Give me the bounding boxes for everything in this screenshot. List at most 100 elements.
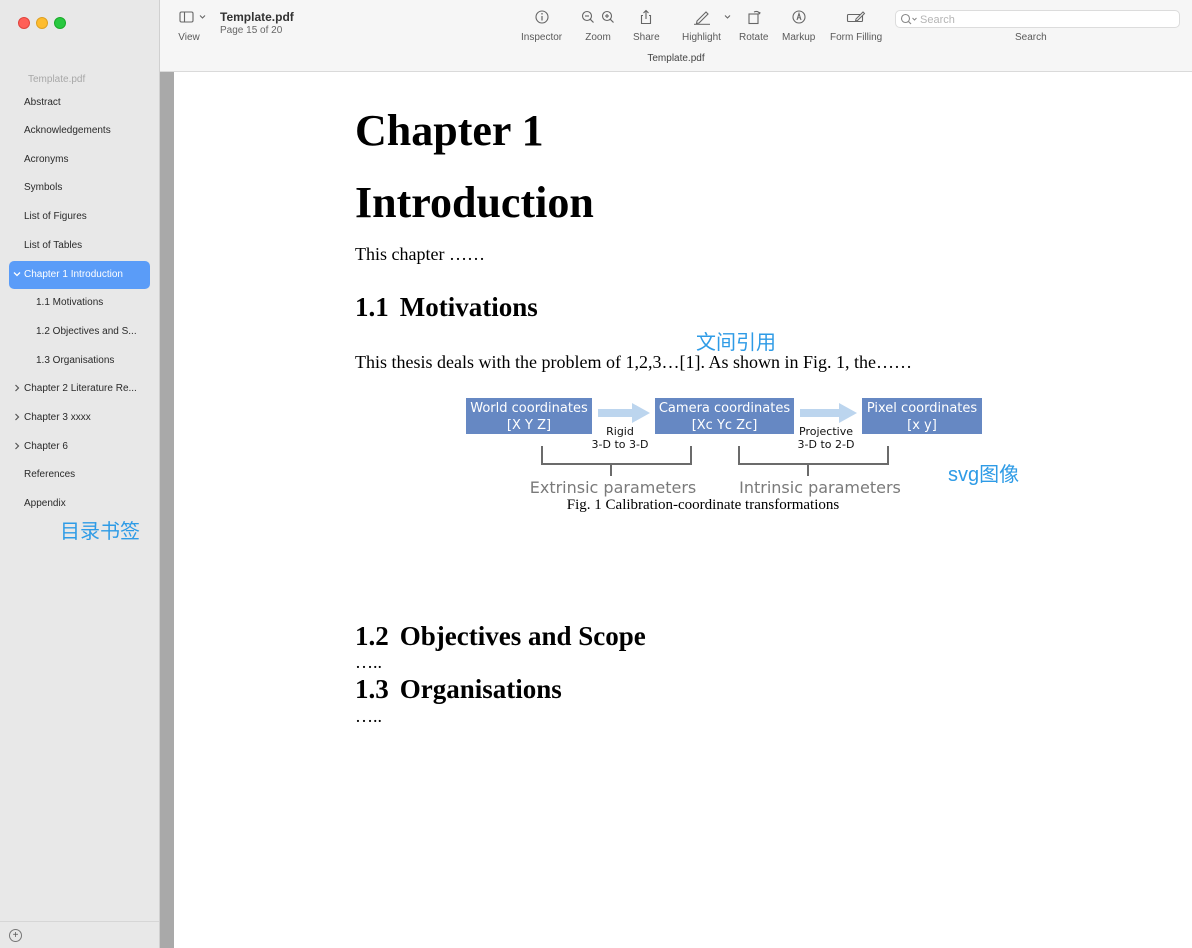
zoom-button[interactable]: Zoom — [580, 9, 616, 43]
chevron-right-icon[interactable] — [12, 404, 22, 432]
sidebar-toggle-icon — [179, 11, 206, 23]
sidebar-item-label: Chapter 2 Literature Re... — [24, 383, 137, 394]
sidebar-item-label: Chapter 3 xxxx — [24, 412, 91, 423]
sidebar: Template.pdf Abstract Acknowledgements A… — [0, 0, 160, 948]
highlight-label: Highlight — [682, 32, 721, 43]
add-icon[interactable]: + — [9, 929, 22, 942]
window-tab-title: Template.pdf — [647, 53, 705, 64]
sidebar-item-label: List of Figures — [24, 211, 87, 222]
info-icon — [535, 10, 549, 24]
camera-box-line1: Camera coordinates — [659, 401, 790, 416]
zoom-label: Zoom — [585, 32, 611, 43]
chapter-heading: Chapter 1 — [355, 106, 544, 155]
pdf-page: Chapter 1 Introduction This chapter …… 1… — [174, 72, 1192, 948]
sidebar-item-acknowledgements[interactable]: Acknowledgements — [9, 117, 150, 145]
share-icon — [641, 9, 652, 25]
close-window-button[interactable] — [18, 17, 30, 29]
search-icon — [900, 13, 917, 25]
arrow-world-to-camera — [598, 403, 650, 423]
arrow-2-line1: Projective — [799, 425, 853, 438]
rotate-icon — [748, 10, 761, 25]
preview-window: Template.pdf Abstract Acknowledgements A… — [0, 0, 1192, 948]
sidebar-item-label: Chapter 6 — [24, 441, 68, 452]
view-button[interactable]: View — [178, 9, 208, 43]
arrow-2-line2: 3-D to 2-D — [798, 438, 855, 451]
pixel-box-line2: [x y] — [907, 418, 937, 433]
sidebar-item-label: Acknowledgements — [24, 125, 111, 136]
document-name: Template.pdf — [220, 10, 294, 24]
view-label: View — [178, 32, 200, 43]
intrinsic-label: Intrinsic parameters — [739, 478, 901, 497]
sidebar-item-chapter-2[interactable]: Chapter 2 Literature Re... — [9, 375, 150, 403]
sidebar-item-references[interactable]: References — [9, 461, 150, 489]
sidebar-item-label: References — [24, 469, 76, 480]
section-number: 1.3 — [355, 674, 389, 704]
rotate-button[interactable]: Rotate — [739, 9, 768, 43]
sidebar-item-appendix[interactable]: Appendix — [9, 490, 150, 518]
extrinsic-label: Extrinsic parameters — [530, 478, 696, 497]
zoom-window-button[interactable] — [54, 17, 66, 29]
sidebar-item-list-of-figures[interactable]: List of Figures — [9, 203, 150, 231]
sidebar-item-label: Abstract — [24, 97, 61, 108]
sidebar-document-title: Template.pdf — [28, 74, 86, 85]
arrow-1-line1: Rigid — [606, 425, 634, 438]
section-number: 1.2 — [355, 621, 389, 651]
minimize-window-button[interactable] — [36, 17, 48, 29]
world-box-line1: World coordinates — [470, 401, 588, 416]
form-filling-icon — [847, 11, 866, 23]
sidebar-item-acronyms[interactable]: Acronyms — [9, 146, 150, 174]
arrow-camera-to-pixel — [800, 403, 857, 423]
form-filling-button[interactable]: Form Filling — [830, 9, 882, 43]
sidebar-item-list-of-tables[interactable]: List of Tables — [9, 232, 150, 260]
zoom-icon — [581, 10, 614, 23]
share-button[interactable]: Share — [633, 9, 660, 43]
section-title: Organisations — [399, 674, 562, 704]
pixel-box-line1: Pixel coordinates — [867, 401, 978, 416]
rotate-label: Rotate — [739, 32, 769, 43]
document-viewport[interactable]: Chapter 1 Introduction This chapter …… 1… — [160, 72, 1192, 948]
figure-caption: Fig. 1 Calibration-coordinate transforma… — [566, 497, 840, 513]
toolbar: View Template.pdf Page 15 of 20 Inspecto… — [160, 0, 1192, 72]
search-box[interactable] — [895, 10, 1180, 28]
section-heading-1-1: 1.1 Motivations — [355, 292, 538, 323]
markup-label: Markup — [782, 32, 816, 43]
sidebar-item-label: 1.3 Organisations — [36, 355, 115, 366]
section-1-2-placeholder: ….. — [355, 652, 382, 672]
sidebar-item-chapter-6[interactable]: Chapter 6 — [9, 433, 150, 461]
sidebar-item-label: Chapter 1 Introduction — [24, 269, 123, 280]
sidebar-item-section-1-2[interactable]: 1.2 Objectives and S... — [9, 318, 150, 346]
sidebar-item-label: List of Tables — [24, 240, 83, 251]
arrow-1-line2: 3-D to 3-D — [592, 438, 649, 451]
intro-paragraph: This chapter …… — [355, 244, 485, 264]
search-label: Search — [1015, 32, 1047, 43]
sidebar-item-label: 1.1 Motivations — [36, 297, 104, 308]
svg-annotation: svg图像 — [948, 464, 1020, 486]
chevron-down-icon[interactable] — [12, 261, 22, 289]
inspector-button[interactable]: Inspector — [521, 9, 562, 43]
markup-pen-icon — [792, 10, 806, 24]
highlight-button[interactable]: Highlight — [682, 9, 745, 43]
sidebar-item-label: 1.2 Objectives and S... — [36, 326, 137, 337]
camera-box-line2: [Xc Yc Zc] — [692, 418, 758, 433]
section-1-3-placeholder: ….. — [355, 706, 382, 726]
sidebar-item-symbols[interactable]: Symbols — [9, 174, 150, 202]
section-number: 1.1 — [355, 292, 389, 322]
markup-button[interactable]: Markup — [782, 9, 815, 43]
section-heading-1-3: 1.3 Organisations — [355, 674, 562, 705]
chevron-right-icon[interactable] — [12, 433, 22, 461]
section-heading-1-2: 1.2 Objectives and Scope — [355, 621, 646, 652]
highlight-icon — [694, 11, 731, 25]
sidebar-item-section-1-3[interactable]: 1.3 Organisations — [9, 347, 150, 375]
sidebar-item-abstract[interactable]: Abstract — [9, 89, 150, 117]
sidebar-item-label: Acronyms — [24, 154, 69, 165]
sidebar-item-section-1-1[interactable]: 1.1 Motivations — [9, 289, 150, 317]
chevron-right-icon[interactable] — [12, 375, 22, 403]
search-input[interactable] — [918, 12, 1172, 28]
share-label: Share — [633, 32, 660, 43]
sidebar-item-chapter-1[interactable]: Chapter 1 Introduction — [9, 261, 150, 289]
sidebar-item-chapter-3[interactable]: Chapter 3 xxxx — [9, 404, 150, 432]
motivation-paragraph: This thesis deals with the problem of 1,… — [355, 352, 912, 372]
calibration-figure: World coordinates [X Y Z] Camera coordin… — [466, 398, 982, 497]
bookmark-annotation: 目录书签 — [60, 521, 140, 543]
world-box-line2: [X Y Z] — [507, 418, 551, 433]
